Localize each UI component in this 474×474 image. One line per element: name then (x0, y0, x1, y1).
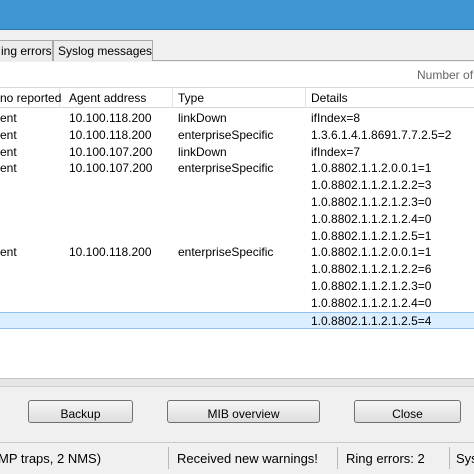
mib-overview-button[interactable]: MIB overview (167, 400, 320, 423)
cell-reported: ent (0, 111, 17, 125)
cell-details: 1.0.8802.1.1.2.1.2.3=0 (311, 195, 432, 209)
table-row[interactable]: 1.0.8802.1.1.2.1.2.2=3 (0, 177, 474, 194)
cell-agent-address: 10.100.118.200 (69, 111, 152, 125)
cell-details: ifIndex=7 (311, 144, 361, 159)
cell-type: linkDown (178, 111, 227, 125)
cell-reported: ent (0, 161, 17, 176)
table-row[interactable]: ent 10.100.118.200 linkDown ifIndex=8 (0, 110, 474, 127)
status-traps: MP traps, 2 NMS) (0, 451, 102, 466)
column-header-details[interactable]: Details (306, 88, 474, 108)
cell-agent-address: 10.100.118.200 (69, 127, 152, 142)
status-separator (168, 447, 169, 469)
table-row[interactable]: 1.0.8802.1.1.2.1.2.5=4 (0, 311, 474, 329)
column-header-type[interactable]: Type (173, 88, 306, 108)
status-bar: MP traps, 2 NMS) Received new warnings! … (0, 442, 474, 474)
table-row[interactable]: 1.0.8802.1.1.2.1.2.5=1 (0, 228, 474, 245)
cell-details: 1.0.8802.1.1.2.1.2.2=3 (311, 178, 432, 193)
info-bar: Number of (0, 62, 474, 88)
cell-details: 1.0.8802.1.1.2.1.2.4=0 (311, 295, 432, 310)
table-row[interactable]: 1.0.8802.1.1.2.1.2.3=0 (0, 194, 474, 211)
cell-details: 1.0.8802.1.1.2.1.2.2=6 (311, 262, 432, 277)
trap-table[interactable]: no reported Agent address Type Details e… (0, 88, 474, 378)
cell-details: 1.0.8802.1.1.2.1.2.5=1 (311, 228, 432, 243)
close-button[interactable]: Close (354, 400, 461, 423)
cell-type: enterpriseSpecific (178, 245, 274, 260)
table-row[interactable]: ent 10.100.107.200 linkDown ifIndex=7 (0, 144, 474, 161)
table-row[interactable]: 1.0.8802.1.1.2.1.2.2=6 (0, 261, 474, 278)
cell-details: 1.0.8802.1.1.2.1.2.3=0 (311, 279, 432, 293)
table-header: no reported Agent address Type Details (0, 88, 474, 108)
cell-agent-address: 10.100.118.200 (69, 245, 152, 260)
table-row[interactable]: 1.0.8802.1.1.2.1.2.4=0 (0, 295, 474, 312)
count-label: Number of (417, 68, 474, 82)
horizontal-scrollbar[interactable] (0, 378, 474, 386)
status-warnings: Received new warnings! (177, 451, 318, 466)
cell-type: enterpriseSpecific (178, 161, 274, 176)
cell-agent-address: 10.100.107.200 (69, 161, 153, 176)
status-separator (449, 447, 450, 469)
status-separator (337, 447, 338, 469)
table-row[interactable]: 1.0.8802.1.1.2.1.2.4=0 (0, 211, 474, 228)
cell-details: 1.0.8802.1.1.2.0.0.1=1 (311, 161, 432, 176)
cell-details: ifIndex=8 (311, 111, 361, 125)
table-row[interactable]: ent 10.100.118.200 enterpriseSpecific 1.3.6… (0, 127, 474, 144)
table-row[interactable]: ent 10.100.118.200 enterpriseSpecific 1.0.8… (0, 244, 474, 261)
cell-reported: ent (0, 245, 17, 260)
table-row[interactable]: 1.0.8802.1.1.2.1.2.3=0 (0, 278, 474, 295)
tab-ring-errors[interactable]: ing errors (0, 40, 53, 61)
cell-type: enterpriseSpecific (178, 127, 274, 142)
backup-button[interactable]: Backup (28, 400, 133, 423)
tab-strip: ing errors Syslog messages (0, 30, 474, 61)
column-header-reported[interactable]: no reported (0, 88, 61, 108)
cell-agent-address: 10.100.107.200 (69, 144, 153, 159)
button-panel: Backup MIB overview Close (0, 386, 474, 436)
status-sys: Sys (456, 451, 474, 466)
column-header-agent-address[interactable]: Agent address (64, 88, 173, 108)
cell-reported: ent (0, 127, 17, 142)
window-title-bar[interactable] (0, 0, 474, 30)
cell-details: 1.0.8802.1.1.2.0.0.1=1 (311, 245, 432, 260)
cell-details: 1.0.8802.1.1.2.1.2.5=4 (311, 313, 432, 328)
tab-syslog-messages[interactable]: Syslog messages (53, 40, 153, 61)
cell-details: 1.0.8802.1.1.2.1.2.4=0 (311, 211, 432, 226)
cell-type: linkDown (178, 144, 227, 159)
cell-reported: ent (0, 144, 17, 159)
table-row[interactable]: ent 10.100.107.200 enterpriseSpecific 1.0.8… (0, 160, 474, 177)
cell-details: 1.3.6.1.4.1.8691.7.7.2.5=2 (311, 127, 452, 142)
status-ring-errors: Ring errors: 2 (346, 451, 425, 466)
